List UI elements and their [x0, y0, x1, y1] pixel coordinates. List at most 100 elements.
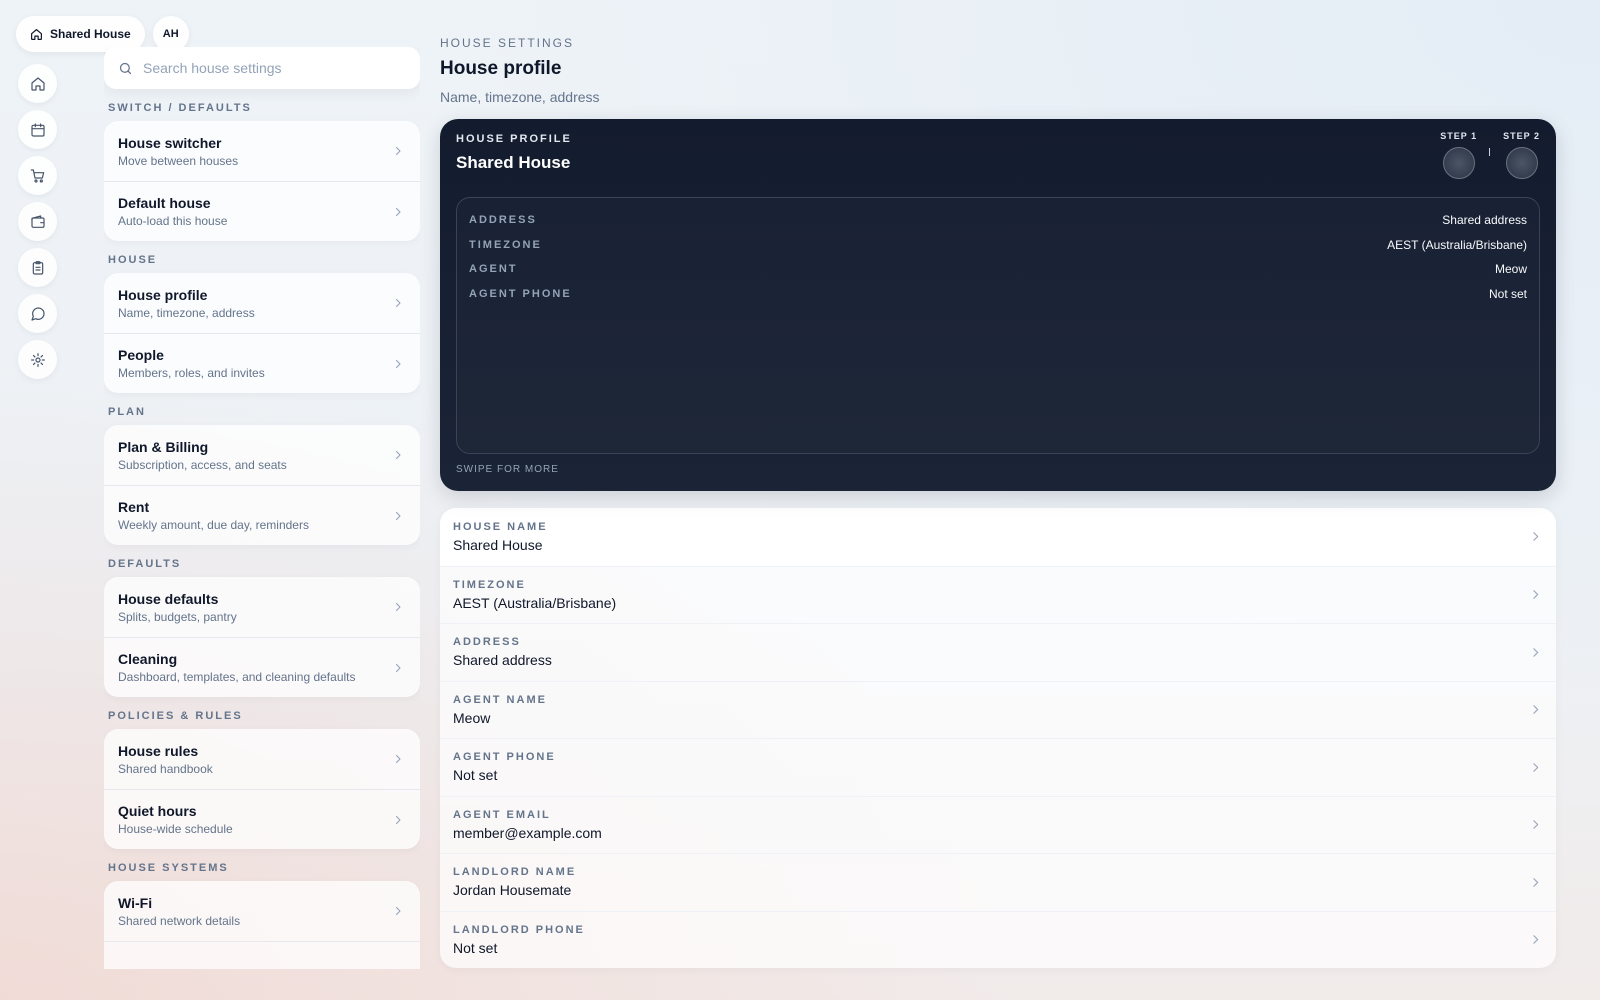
sidebar-item-subtitle: Move between houses — [118, 153, 239, 168]
summary-row-timezone: TIMEZONE AEST (Australia/Brisbane) — [469, 233, 1527, 258]
gear-icon — [30, 352, 46, 368]
chevron-right-icon — [392, 601, 404, 613]
sidebar-item-default-house[interactable]: Default house Auto-load this house — [104, 181, 420, 241]
field-label: AGENT NAME — [453, 693, 547, 706]
rail-calendar-button[interactable] — [18, 110, 57, 149]
field-value: Shared House — [453, 536, 543, 553]
sidebar-item-subtitle: Shared handbook — [118, 761, 213, 776]
sidebar-item-cleaning[interactable]: Cleaning Dashboard, templates, and cleani… — [104, 637, 420, 697]
field-value: Meow — [453, 709, 491, 726]
card-eyebrow: HOUSE PROFILE — [456, 133, 572, 145]
sidebar-item-next-partial[interactable] — [104, 941, 420, 969]
sidebar-item-title: House profile — [118, 286, 208, 303]
search-icon — [118, 61, 133, 76]
group-switch-defaults: House switcher Move between houses Defaul… — [104, 121, 420, 241]
field-agent-phone[interactable]: AGENT PHONE Not set — [440, 738, 1556, 796]
step-1[interactable]: STEP 1 — [1440, 131, 1477, 179]
chevron-right-icon — [392, 297, 404, 309]
sidebar-item-subtitle: Name, timezone, address — [118, 305, 255, 320]
chevron-right-icon — [1529, 588, 1542, 601]
rail-settings-button[interactable] — [18, 340, 57, 379]
chevron-right-icon — [392, 510, 404, 522]
step-indicator: STEP 1 STEP 2 — [1440, 131, 1540, 179]
section-label-policies: POLICIES & RULES — [108, 710, 243, 722]
field-label: LANDLORD NAME — [453, 866, 577, 879]
chevron-right-icon — [1529, 933, 1542, 946]
main-content: HOUSE SETTINGS House profile Name, timez… — [440, 36, 1556, 968]
rail-wallet-button[interactable] — [18, 202, 57, 241]
page-title: House profile — [440, 58, 562, 79]
field-label: ADDRESS — [453, 636, 521, 649]
field-agent-email[interactable]: AGENT EMAIL member@example.com — [440, 795, 1556, 854]
rail-home-button[interactable] — [18, 64, 57, 103]
cart-icon — [30, 168, 46, 184]
rail-cart-button[interactable] — [18, 156, 57, 195]
field-timezone[interactable]: TIMEZONE AEST (Australia/Brisbane) — [440, 565, 1556, 624]
clipboard-icon — [30, 260, 46, 276]
chevron-right-icon — [392, 753, 404, 765]
field-label: TIMEZONE — [453, 578, 526, 591]
sidebar-item-house-rules[interactable]: House rules Shared handbook — [104, 729, 420, 789]
rail-chat-button[interactable] — [18, 294, 57, 333]
chevron-right-icon — [392, 662, 404, 674]
sidebar-item-subtitle: Members, roles, and invites — [118, 366, 265, 380]
rail-clipboard-button[interactable] — [18, 248, 57, 287]
sidebar-item-title: Plan & Billing — [118, 438, 209, 455]
group-house-systems: Wi-Fi Shared network details — [104, 881, 420, 969]
field-landlord-phone[interactable]: LANDLORD PHONE Not set — [440, 910, 1556, 969]
sidebar-item-subtitle: Auto-load this house — [118, 214, 228, 228]
step-2-dot — [1505, 147, 1538, 179]
section-label-defaults: DEFAULTS — [108, 558, 182, 570]
field-landlord-name[interactable]: LANDLORD NAME Jordan Housemate — [440, 853, 1556, 911]
sidebar-item-plan-billing[interactable]: Plan & Billing Subscription, access, and … — [104, 425, 420, 485]
section-label-plan: PLAN — [108, 406, 146, 418]
field-address[interactable]: ADDRESS Shared address — [440, 623, 1556, 681]
summary-row-address: ADDRESS Shared address — [469, 208, 1527, 233]
step-1-label: STEP 1 — [1440, 131, 1478, 141]
chevron-right-icon — [392, 814, 404, 826]
search-box[interactable] — [104, 47, 420, 89]
field-label: AGENT EMAIL — [453, 808, 551, 821]
chevron-right-icon — [1529, 646, 1542, 659]
chevron-right-icon — [392, 145, 404, 157]
step-2[interactable]: STEP 2 — [1503, 131, 1540, 179]
profile-fields: HOUSE NAME Shared House TIMEZONE AEST (Aus… — [440, 508, 1556, 968]
field-house-name[interactable]: HOUSE NAME Shared House — [440, 508, 1556, 566]
step-separator — [1489, 148, 1491, 156]
sidebar-item-title: Quiet hours — [118, 803, 197, 819]
sidebar-item-quiet-hours[interactable]: Quiet hours House-wide schedule — [104, 789, 420, 849]
chevron-right-icon — [1529, 703, 1542, 716]
page-eyebrow: HOUSE SETTINGS — [440, 36, 575, 50]
sidebar-item-title: House rules — [118, 742, 199, 759]
settings-sidebar: SWITCH / DEFAULTS House switcher Move bet… — [104, 47, 420, 969]
sidebar-item-people[interactable]: People Members, roles, and invites — [104, 333, 420, 393]
field-value: Jordan Housemate — [453, 882, 572, 899]
field-agent-name[interactable]: AGENT NAME Meow — [440, 680, 1556, 739]
sidebar-item-subtitle: Splits, budgets, pantry — [118, 609, 237, 624]
sidebar-item-house-defaults[interactable]: House defaults Splits, budgets, pantry — [104, 577, 420, 637]
field-value: Shared address — [453, 652, 552, 669]
sidebar-item-subtitle: Shared network details — [118, 913, 241, 928]
sidebar-item-wifi[interactable]: Wi-Fi Shared network details — [104, 881, 420, 941]
sidebar-item-subtitle: Subscription, access, and seats — [118, 457, 287, 472]
sidebar-item-title: House defaults — [118, 590, 219, 607]
sidebar-item-title: Cleaning — [118, 651, 178, 667]
summary-key: ADDRESS — [469, 214, 537, 227]
home-icon — [30, 76, 46, 92]
summary-key: AGENT PHONE — [469, 287, 572, 300]
sidebar-item-title: Default house — [118, 195, 211, 211]
search-input[interactable] — [143, 60, 406, 76]
sidebar-item-title: Wi-Fi — [118, 894, 153, 911]
sidebar-item-subtitle: Dashboard, templates, and cleaning defau… — [118, 670, 356, 684]
summary-key: AGENT — [469, 263, 518, 276]
sidebar-item-house-profile[interactable]: House profile Name, timezone, address — [104, 273, 420, 333]
sidebar-item-house-switcher[interactable]: House switcher Move between houses — [104, 121, 420, 181]
icon-rail — [18, 64, 57, 379]
card-summary: ADDRESS Shared address TIMEZONE AEST (Aust… — [456, 197, 1540, 454]
page-subtitle: Name, timezone, address — [440, 89, 600, 105]
summary-value: Shared address — [1442, 213, 1527, 228]
house-profile-card[interactable]: HOUSE PROFILE Shared House STEP 1 STEP 2… — [440, 119, 1556, 491]
swipe-hint: SWIPE FOR MORE — [456, 464, 559, 475]
sidebar-item-title: Rent — [118, 499, 150, 515]
sidebar-item-rent[interactable]: Rent Weekly amount, due day, reminders — [104, 485, 420, 545]
